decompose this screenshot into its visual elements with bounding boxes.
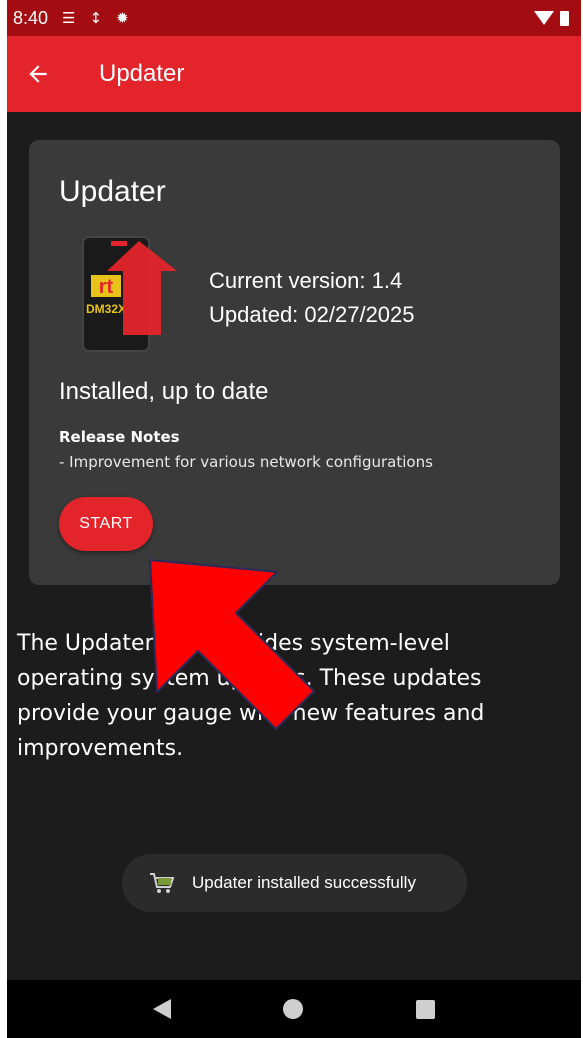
battery-icon: [560, 10, 569, 26]
nav-back-icon[interactable]: [153, 999, 172, 1019]
description-line: provide your gauge with new features and: [17, 701, 485, 726]
back-button[interactable]: [7, 36, 69, 112]
updater-card: Updater rt DM32X Current version: 1.4 Up…: [29, 140, 560, 585]
device-update-icon: rt DM32X: [82, 236, 177, 352]
product-model-text: DM32X: [86, 302, 126, 316]
toast-notification: Updater installed successfully: [122, 854, 467, 912]
app-bar: Updater: [7, 36, 581, 112]
description-line: operating system updates. These updates: [17, 666, 482, 691]
app-bar-title: Updater: [99, 60, 185, 87]
status-right-icons: [534, 10, 569, 26]
status-bar: 8:40 ☰ ↕ ✹: [7, 0, 581, 36]
navigation-bar: [7, 980, 581, 1038]
install-status: Installed, up to date: [59, 378, 269, 405]
updated-date-label: Updated: 02/27/2025: [209, 302, 415, 327]
release-notes-heading: Release Notes: [59, 428, 180, 446]
nav-recents-icon[interactable]: [415, 999, 435, 1019]
release-notes-body: - Improvement for various network config…: [59, 453, 433, 471]
sim-icon: ☰: [62, 8, 76, 27]
product-logo-text: rt: [99, 276, 114, 298]
card-title: Updater: [59, 175, 166, 208]
current-version-label: Current version: 1.4: [209, 268, 403, 293]
nav-home-icon[interactable]: [283, 999, 304, 1019]
updater-description: The Updater app provides system-level op…: [17, 626, 573, 766]
shopping-cart-icon: [150, 873, 175, 893]
toast-message: Updater installed successfully: [192, 873, 416, 892]
bug-icon: ✹: [116, 8, 129, 27]
arrow-back-icon: [29, 65, 47, 83]
wifi-icon: [534, 11, 554, 25]
description-line: improvements.: [17, 736, 184, 761]
status-time: 8:40: [13, 7, 49, 28]
phone-screen: 8:40 ☰ ↕ ✹ Updater Updater rt DM32X Curr: [7, 0, 581, 1038]
start-button[interactable]: START: [59, 497, 153, 551]
description-line: The Updater app provides system-level: [17, 631, 450, 656]
version-info: Current version: 1.4 Updated: 02/27/2025: [209, 264, 415, 332]
usb-debug-icon: ↕: [89, 8, 103, 27]
